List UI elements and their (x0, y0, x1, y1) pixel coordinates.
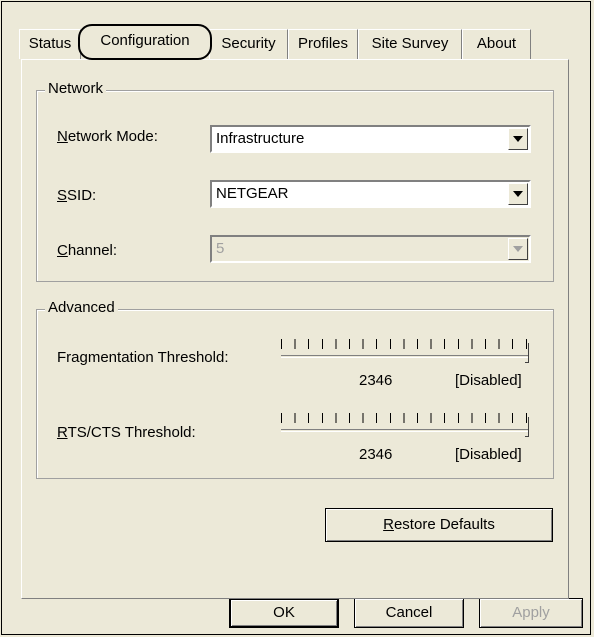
apply-button: Apply (479, 598, 583, 628)
chevron-down-icon (513, 246, 523, 252)
slider-track (281, 355, 529, 358)
slider-thumb[interactable] (525, 417, 529, 437)
dropdown-button[interactable] (508, 183, 528, 205)
restore-defaults-button[interactable]: Restore Defaults (325, 508, 553, 542)
rts-cts-threshold-label: RTS/CTS Threshold: (57, 424, 196, 441)
tab-security[interactable]: Security (209, 29, 288, 59)
network-mode-value: Infrastructure (216, 130, 305, 147)
chevron-down-icon (513, 191, 523, 197)
tab-status[interactable]: Status (19, 29, 81, 59)
chevron-down-icon (513, 136, 523, 142)
slider-ticks (281, 413, 529, 423)
tab-profiles[interactable]: Profiles (288, 29, 358, 59)
rts-cts-threshold-value: 2346 (359, 446, 393, 463)
slider-track (281, 429, 529, 432)
cancel-button[interactable]: Cancel (354, 598, 464, 628)
tab-page-configuration: Network Network Mode: Infrastructure SSI… (21, 59, 569, 599)
rts-cts-threshold-state: [Disabled] (455, 446, 522, 463)
channel-label: Channel: (57, 242, 118, 259)
network-group: Network Network Mode: Infrastructure SSI… (36, 80, 554, 282)
advanced-group-label: Advanced (45, 299, 118, 316)
rts-cts-threshold-slider[interactable] (281, 413, 529, 439)
tab-configuration[interactable]: Configuration (78, 24, 212, 60)
advanced-group: Advanced Fragmentation Threshold: 2346 [… (36, 299, 554, 479)
slider-ticks (281, 339, 529, 349)
ssid-value: NETGEAR (216, 185, 289, 202)
dropdown-button[interactable] (508, 128, 528, 150)
ssid-select[interactable]: NETGEAR (210, 180, 531, 208)
dropdown-button (508, 238, 528, 260)
fragmentation-threshold-slider[interactable] (281, 339, 529, 365)
channel-value: 5 (216, 240, 225, 257)
dialog-window: Status Configuration Security Profiles S… (1, 1, 591, 635)
tab-about[interactable]: About (462, 29, 531, 59)
network-mode-select[interactable]: Infrastructure (210, 125, 531, 153)
fragmentation-threshold-state: [Disabled] (455, 372, 522, 389)
fragmentation-threshold-label: Fragmentation Threshold: (57, 349, 229, 366)
tab-site-survey[interactable]: Site Survey (358, 29, 462, 59)
slider-thumb[interactable] (525, 343, 529, 363)
fragmentation-threshold-value: 2346 (359, 372, 393, 389)
network-mode-label: Network Mode: (57, 128, 158, 145)
channel-select: 5 (210, 235, 531, 263)
ssid-label: SSID: (57, 187, 97, 204)
ok-button[interactable]: OK (229, 598, 339, 628)
network-group-label: Network (45, 80, 107, 97)
